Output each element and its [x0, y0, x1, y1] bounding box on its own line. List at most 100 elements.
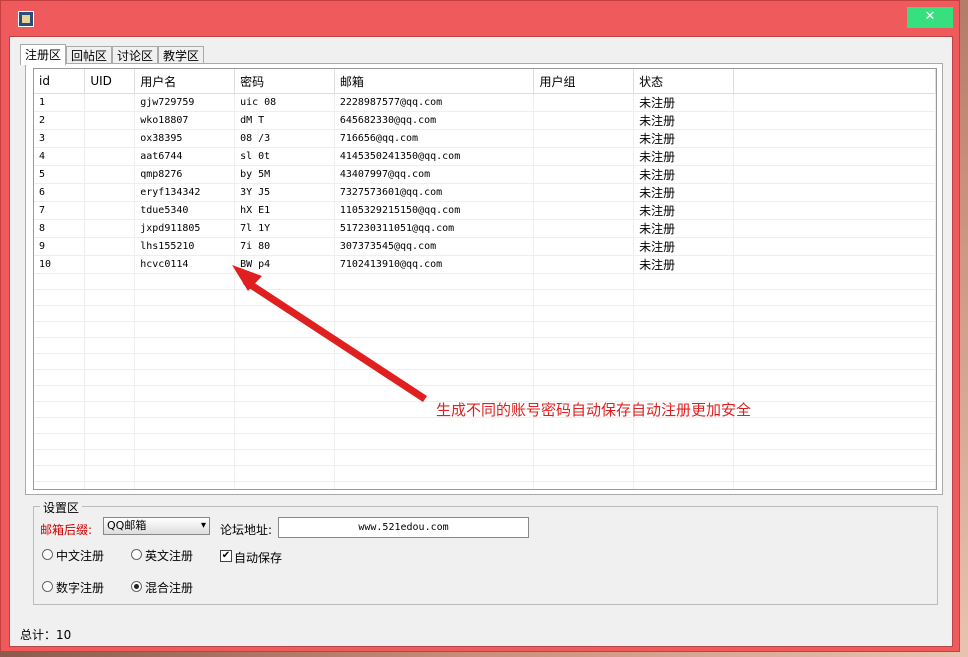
empty-cell	[134, 401, 236, 418]
cell-id: 1	[34, 93, 86, 112]
cell-email: 645682330@qq.com	[334, 111, 535, 130]
radio-number[interactable]	[42, 581, 53, 592]
col-id[interactable]: id	[34, 69, 86, 94]
email-suffix-select[interactable]: QQ邮箱 ▾	[103, 517, 210, 535]
cell-password: 3Y J5	[234, 183, 335, 202]
empty-row	[34, 305, 936, 322]
cell-email: 307373545@qq.com	[334, 237, 535, 256]
empty-cell	[84, 417, 136, 434]
empty-cell	[633, 337, 734, 354]
empty-cell	[334, 369, 535, 386]
empty-row	[34, 481, 936, 489]
cell-filler	[733, 111, 936, 130]
table-row[interactable]: 3 ox38395 08 /3 716656@qq.com 未注册	[34, 129, 936, 148]
tab-register[interactable]: 注册区	[20, 44, 67, 65]
col-email[interactable]: 邮箱	[334, 69, 535, 94]
table-row[interactable]: 2 wko18807 dM T 645682330@qq.com 未注册	[34, 111, 936, 130]
empty-cell	[733, 449, 936, 466]
cell-status: 未注册	[633, 219, 734, 238]
cell-password: sl 0t	[234, 147, 335, 166]
cell-usergroup	[533, 129, 635, 148]
cell-email: 7102413910@qq.com	[334, 255, 535, 274]
empty-cell	[733, 481, 936, 489]
cell-password: BW p4	[234, 255, 335, 274]
empty-cell	[733, 273, 936, 290]
chevron-down-icon: ▾	[200, 520, 206, 531]
cell-id: 2	[34, 111, 86, 130]
empty-cell	[334, 321, 535, 338]
radio-english[interactable]	[131, 549, 142, 560]
cell-usergroup	[533, 219, 635, 238]
table-row[interactable]: 4 aat6744 sl 0t 4145350241350@qq.com 未注册	[34, 147, 936, 166]
close-button[interactable]: ✕	[907, 7, 953, 28]
empty-cell	[234, 465, 335, 482]
empty-cell	[633, 321, 734, 338]
cell-status: 未注册	[633, 111, 734, 130]
forum-url-input[interactable]: www.521edou.com	[278, 517, 529, 538]
cell-password: 7i 80	[234, 237, 335, 256]
empty-cell	[134, 433, 236, 450]
col-usergroup[interactable]: 用户组	[533, 69, 635, 94]
empty-cell	[334, 289, 535, 306]
col-status[interactable]: 状态	[633, 69, 734, 94]
empty-cell	[234, 401, 335, 418]
radio-mixed[interactable]	[131, 581, 142, 592]
cell-password: dM T	[234, 111, 335, 130]
status-total: 总计：10	[20, 628, 72, 642]
empty-cell	[733, 337, 936, 354]
email-suffix-label: 邮箱后缀:	[40, 523, 93, 537]
empty-cell	[84, 449, 136, 466]
col-password[interactable]: 密码	[234, 69, 335, 94]
empty-cell	[633, 273, 734, 290]
table-row[interactable]: 6 eryf134342 3Y J5 7327573601@qq.com 未注册	[34, 183, 936, 202]
empty-cell	[733, 417, 936, 434]
cell-uid	[84, 219, 136, 238]
empty-cell	[733, 369, 936, 386]
settings-title: 设置区	[40, 499, 83, 516]
empty-cell	[533, 321, 635, 338]
col-uid[interactable]: UID	[84, 69, 136, 94]
cell-filler	[733, 147, 936, 166]
col-username[interactable]: 用户名	[134, 69, 236, 94]
empty-cell	[633, 369, 734, 386]
table-row[interactable]: 8 jxpd911805 7l 1Y 517230311051@qq.com 未注册	[34, 219, 936, 238]
cell-usergroup	[533, 201, 635, 220]
cell-usergroup	[533, 93, 635, 112]
empty-cell	[84, 385, 136, 402]
empty-row	[34, 353, 936, 370]
empty-cell	[334, 449, 535, 466]
empty-cell	[733, 353, 936, 370]
radio-english-label[interactable]: 英文注册	[145, 547, 193, 564]
cell-email: 716656@qq.com	[334, 129, 535, 148]
empty-cell	[84, 273, 136, 290]
radio-chinese[interactable]	[42, 549, 53, 560]
accounts-grid[interactable]: id UID 用户名 密码 邮箱 用户组 状态 1 gjw729759 uic 08…	[33, 68, 937, 490]
table-row[interactable]: 9 lhs155210 7i 80 307373545@qq.com 未注册	[34, 237, 936, 256]
empty-cell	[533, 369, 635, 386]
empty-cell	[34, 417, 86, 434]
auto-save-checkbox[interactable]: ✔	[220, 550, 232, 562]
table-row[interactable]: 10 hcvc0114 BW p4 7102413910@qq.com 未注册	[34, 255, 936, 274]
cell-email: 517230311051@qq.com	[334, 219, 535, 238]
auto-save-label[interactable]: 自动保存	[234, 549, 282, 566]
cell-email: 7327573601@qq.com	[334, 183, 535, 202]
radio-number-label[interactable]: 数字注册	[56, 579, 104, 596]
cell-filler	[733, 255, 936, 274]
cell-password: 08 /3	[234, 129, 335, 148]
cell-username: aat6744	[134, 147, 236, 166]
table-row[interactable]: 7 tdue5340 hX E1 1105329215150@qq.com 未注册	[34, 201, 936, 220]
cell-uid	[84, 237, 136, 256]
cell-username: tdue5340	[134, 201, 236, 220]
radio-mixed-label[interactable]: 混合注册	[145, 579, 193, 596]
empty-cell	[234, 321, 335, 338]
empty-cell	[533, 449, 635, 466]
cell-usergroup	[533, 165, 635, 184]
cell-email: 1105329215150@qq.com	[334, 201, 535, 220]
radio-chinese-label[interactable]: 中文注册	[56, 547, 104, 564]
cell-uid	[84, 183, 136, 202]
empty-cell	[633, 289, 734, 306]
table-row[interactable]: 5 qmp8276 by 5M 43407997@qq.com 未注册	[34, 165, 936, 184]
table-row[interactable]: 1 gjw729759 uic 08 2228987577@qq.com 未注册	[34, 93, 936, 112]
empty-cell	[733, 401, 936, 418]
cell-username: lhs155210	[134, 237, 236, 256]
